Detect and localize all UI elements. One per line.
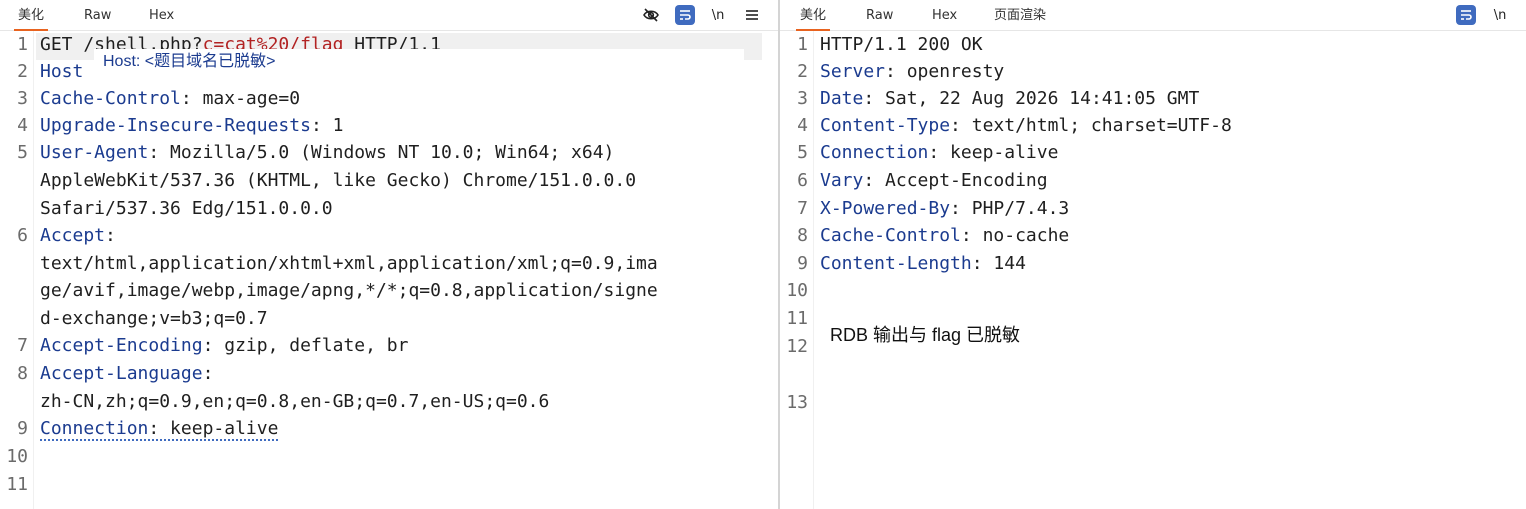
response-tab-pretty[interactable]: 美化	[796, 0, 831, 31]
header-line[interactable]: Cache-Control: max-age=0	[40, 85, 300, 112]
header-line[interactable]: Content-Length: 144	[820, 250, 1026, 277]
line-number: 2	[797, 61, 808, 82]
header-key: Connection	[820, 142, 929, 163]
header-key: Server	[820, 61, 886, 82]
line-number: 5	[797, 142, 808, 163]
header-key: Accept	[40, 225, 106, 246]
line-number: 1	[17, 34, 28, 55]
header-line[interactable]: Upgrade-Insecure-Requests: 1	[40, 112, 343, 139]
header-key: Cache-Control	[820, 225, 961, 246]
line-number: 3	[797, 88, 808, 109]
line-number: 11	[6, 474, 28, 495]
header-value: text/html; charset=UTF-8	[960, 115, 1232, 136]
header-key: Content-Length	[820, 253, 972, 274]
wrap-lines-icon[interactable]	[1456, 5, 1476, 25]
header-line[interactable]: Accept-Encoding: gzip, deflate, br	[40, 332, 408, 359]
header-line[interactable]: X-Powered-By: PHP/7.4.3	[820, 195, 1069, 222]
newline-toggle-button[interactable]: \n	[708, 5, 728, 25]
header-line[interactable]: Accept-Language:	[40, 360, 213, 387]
header-value: openresty	[895, 61, 1005, 82]
header-continuation: zh-CN,zh;q=0.9,en;q=0.8,en-GB;q=0.7,en-U…	[40, 391, 550, 412]
line-number: 3	[17, 88, 28, 109]
header-key: Accept-Encoding	[40, 335, 203, 356]
header-key: Content-Type	[820, 115, 951, 136]
header-value: Sat, 22 Aug 2026 14:41:05 GMT	[874, 88, 1200, 109]
header-value: 144	[982, 253, 1026, 274]
response-scrollbar[interactable]	[1512, 31, 1526, 509]
line-number: 10	[6, 446, 28, 467]
line-number: 4	[17, 115, 28, 136]
response-tabbar: 美化 Raw Hex 页面渲染 \n	[780, 0, 1526, 31]
request-tab-hex[interactable]: Hex	[145, 0, 178, 31]
header-value: keep-alive	[939, 142, 1059, 163]
header-value: no-cache	[971, 225, 1070, 246]
line-number: 7	[797, 198, 808, 219]
header-value: Accept-Encoding	[874, 170, 1048, 191]
header-continuation: d-exchange;v=b3;q=0.7	[40, 308, 268, 329]
header-value: keep-alive	[159, 418, 279, 439]
newline-toggle-button[interactable]: \n	[1490, 5, 1510, 25]
header-key: Date	[820, 88, 864, 109]
header-value: 1	[321, 115, 344, 136]
line-number: 6	[797, 170, 808, 191]
header-line[interactable]: Cache-Control: no-cache	[820, 222, 1069, 249]
line-number: 1	[797, 34, 808, 55]
line-number: 7	[17, 335, 28, 356]
line-number: 13	[786, 392, 808, 413]
host-redacted-overlay: Host: <题目域名已脱敏>	[94, 49, 744, 75]
response-pane: 美化 Raw Hex 页面渲染 \n 1 2 3 4 5 6 7 8 9 10 …	[780, 0, 1526, 509]
header-value: PHP/7.4.3	[960, 198, 1070, 219]
header-value: gzip, deflate, br	[213, 335, 409, 356]
request-pane: 美化 Raw Hex \n 1 2 3 4 5 6 7 8 9 10 11 GE…	[0, 0, 778, 509]
line-number: 2	[17, 61, 28, 82]
header-line[interactable]: User-Agent: Mozilla/5.0 (Windows NT 10.0…	[40, 139, 614, 166]
header-value: Mozilla/5.0 (Windows NT 10.0; Win64; x64…	[159, 142, 615, 163]
line-number: 9	[17, 418, 28, 439]
header-continuation: Safari/537.36 Edg/151.0.0.0	[40, 198, 333, 219]
header-continuation: ge/avif,image/webp,image/apng,*/*;q=0.8,…	[40, 280, 658, 301]
response-line-gutter: 1 2 3 4 5 6 7 8 9 10 11 12 13	[780, 31, 814, 509]
header-line[interactable]: Host	[40, 58, 83, 85]
header-key: Vary	[820, 170, 864, 191]
line-number: 12	[786, 336, 808, 357]
header-line[interactable]: Date: Sat, 22 Aug 2026 14:41:05 GMT	[820, 85, 1199, 112]
request-tabbar: 美化 Raw Hex \n	[0, 0, 778, 31]
response-tab-hex[interactable]: Hex	[928, 0, 961, 31]
response-tab-render[interactable]: 页面渲染	[990, 0, 1050, 31]
status-line: HTTP/1.1 200 OK	[820, 34, 983, 55]
header-continuation: text/html,application/xhtml+xml,applicat…	[40, 253, 658, 274]
header-line[interactable]: Connection: keep-alive	[40, 415, 279, 442]
header-key: Connection	[40, 418, 149, 439]
header-line[interactable]: Vary: Accept-Encoding	[820, 167, 1048, 194]
header-line[interactable]: Accept:	[40, 222, 116, 249]
header-key: Host	[40, 61, 84, 82]
line-number: 9	[797, 253, 808, 274]
header-line[interactable]: Connection: keep-alive	[820, 139, 1058, 166]
header-line[interactable]: Content-Type: text/html; charset=UTF-8	[820, 112, 1232, 139]
header-key: Cache-Control	[40, 88, 181, 109]
header-key: X-Powered-By	[820, 198, 951, 219]
response-tab-raw[interactable]: Raw	[862, 0, 897, 31]
response-body-redacted-note: RDB 输出与 flag 已脱敏	[830, 325, 1021, 345]
hamburger-menu-icon[interactable]	[742, 5, 762, 25]
header-key: User-Agent	[40, 142, 149, 163]
line-number: 8	[797, 225, 808, 246]
line-number: 10	[786, 280, 808, 301]
header-continuation: AppleWebKit/537.36 (KHTML, like Gecko) C…	[40, 170, 637, 191]
line-number: 11	[786, 308, 808, 329]
line-number: 4	[797, 115, 808, 136]
header-key: Upgrade-Insecure-Requests	[40, 115, 311, 136]
line-number: 8	[17, 363, 28, 384]
line-number: 6	[17, 225, 28, 246]
line-number: 5	[17, 142, 28, 163]
header-key: Accept-Language	[40, 363, 203, 384]
request-tab-pretty[interactable]: 美化	[14, 0, 49, 31]
eye-off-icon[interactable]	[641, 5, 661, 25]
header-value: max-age=0	[191, 88, 301, 109]
request-tab-raw[interactable]: Raw	[80, 0, 115, 31]
header-line[interactable]: Server: openresty	[820, 58, 1004, 85]
request-line-gutter: 1 2 3 4 5 6 7 8 9 10 11	[0, 31, 34, 509]
wrap-lines-icon[interactable]	[675, 5, 695, 25]
